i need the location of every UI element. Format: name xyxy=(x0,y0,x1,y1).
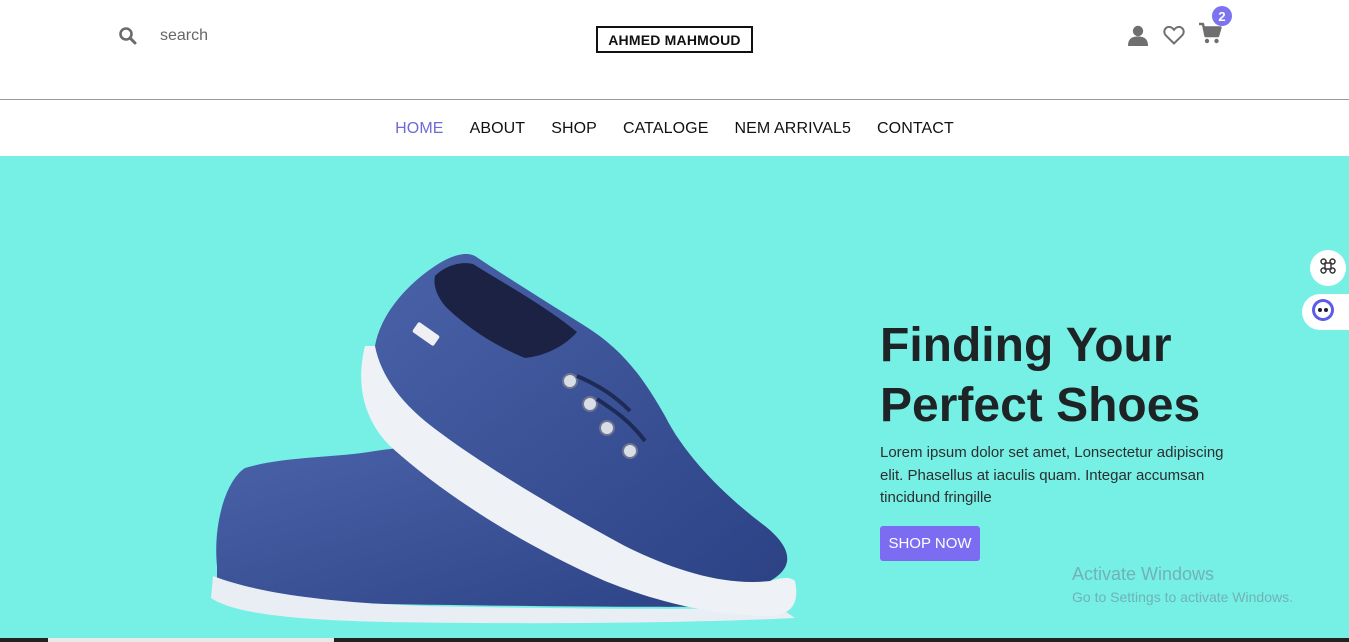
assistant-icon xyxy=(1310,297,1336,328)
site-logo[interactable]: AHMED MAHMOUD xyxy=(596,26,753,53)
header-actions: 2 xyxy=(1126,6,1232,48)
strip-segment xyxy=(48,638,334,642)
nav-item-cataloge[interactable]: CATALOGE xyxy=(610,120,722,138)
nav-item-about[interactable]: ABOUT xyxy=(457,120,539,138)
cart-count-badge: 2 xyxy=(1212,6,1232,26)
hero-banner: Finding Your Perfect Shoes Lorem ipsum d… xyxy=(0,156,1349,642)
cart-button[interactable]: 2 xyxy=(1198,6,1232,48)
bottom-scroll-strip xyxy=(0,638,1349,642)
heart-icon[interactable] xyxy=(1162,22,1186,48)
shoe-image xyxy=(211,254,797,624)
assistant-widget-button[interactable] xyxy=(1302,294,1349,330)
windows-activation-watermark: Activate Windows Go to Settings to activ… xyxy=(1072,564,1293,605)
command-icon xyxy=(1319,257,1337,280)
nav-item-shop[interactable]: SHOP xyxy=(538,120,610,138)
main-nav: HOME ABOUT SHOP CATALOGE NEM ARRIVAL5 CO… xyxy=(0,101,1349,156)
command-widget-button[interactable] xyxy=(1310,250,1346,286)
hero-title: Finding Your Perfect Shoes xyxy=(880,316,1300,436)
watermark-title: Activate Windows xyxy=(1072,564,1215,584)
watermark-subtitle: Go to Settings to activate Windows. xyxy=(1072,589,1293,605)
search-input[interactable] xyxy=(160,27,360,45)
search-icon[interactable] xyxy=(118,26,138,46)
nav-item-new-arrivals[interactable]: NEM ARRIVAL5 xyxy=(722,120,865,138)
search-bar xyxy=(118,26,360,46)
hero-description: Lorem ipsum dolor set amet, Lonsectetur … xyxy=(880,444,1224,506)
nav-item-contact[interactable]: CONTACT xyxy=(864,120,967,138)
nav-item-home[interactable]: HOME xyxy=(382,120,456,138)
user-icon[interactable] xyxy=(1126,22,1150,48)
shop-now-button[interactable]: SHOP NOW xyxy=(880,526,980,561)
hero-title-line-1: Finding Your xyxy=(880,319,1172,372)
top-header: AHMED MAHMOUD 2 xyxy=(0,0,1349,100)
hero-title-line-2: Perfect Shoes xyxy=(880,379,1201,432)
